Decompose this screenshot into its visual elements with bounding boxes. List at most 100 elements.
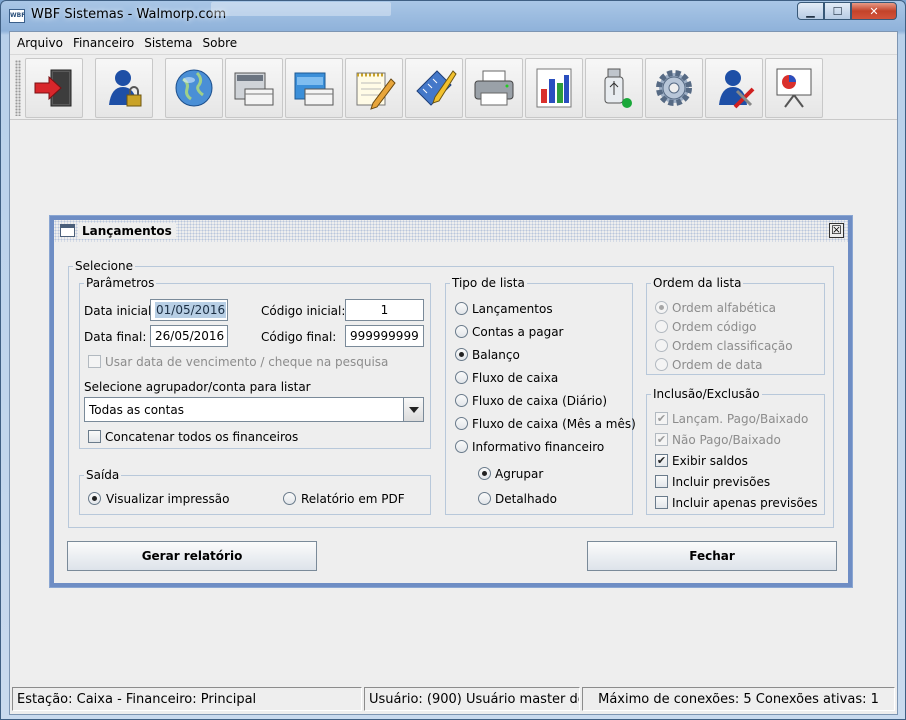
usar-vencimento-label: Usar data de vencimento / cheque na pesq… <box>105 355 389 369</box>
concatenar-label: Concatenar todos os financeiros <box>105 430 299 444</box>
bar-chart-icon <box>536 68 572 108</box>
combo-arrow-icon[interactable] <box>403 398 423 421</box>
tipo-contas-pagar-radio[interactable] <box>455 325 468 338</box>
toolbar-presentation-button[interactable] <box>765 58 823 118</box>
agrupar-radio[interactable] <box>478 467 491 480</box>
tipo-balanco-radio[interactable] <box>455 348 468 361</box>
data-inicial-field[interactable]: 01/05/2016 <box>150 299 228 321</box>
tipo-lista-group: Tipo de lista Lançamentos Contas a pagar… <box>445 276 636 515</box>
usb-drive-icon <box>604 68 632 108</box>
maximize-button[interactable]: ☐ <box>824 2 851 20</box>
tipo-informativo-label: Informativo financeiro <box>472 440 605 454</box>
fechar-button[interactable]: Fechar <box>587 541 837 571</box>
codigo-inicial-field[interactable]: 1 <box>345 299 424 321</box>
tipo-fluxo-caixa-radio[interactable] <box>455 371 468 384</box>
detalhado-radio[interactable] <box>478 492 491 505</box>
ordem-alfabetica-radio[interactable] <box>655 301 668 314</box>
usar-vencimento-checkbox[interactable] <box>88 355 101 368</box>
toolbar-settings-button[interactable] <box>645 58 703 118</box>
presentation-board-icon <box>776 68 812 108</box>
concatenar-checkbox[interactable] <box>88 430 101 443</box>
dialog-title-bar[interactable]: Lançamentos ☒ <box>54 220 848 242</box>
agrupador-value: Todas as contas <box>89 403 184 417</box>
menu-arquivo[interactable]: Arquivo <box>12 32 68 54</box>
ordem-codigo-radio[interactable] <box>655 320 668 333</box>
scanner-windows-icon <box>234 72 274 106</box>
pdf-label: Relatório em PDF <box>301 492 405 506</box>
toolbar-notepad-button[interactable] <box>345 58 403 118</box>
toolbar-ruler-pencil-button[interactable] <box>405 58 463 118</box>
incluir-apenas-previsoes-checkbox[interactable] <box>655 496 668 509</box>
tipo-lancamentos-radio[interactable] <box>455 302 468 315</box>
tipo-balanco-label: Balanço <box>472 348 520 362</box>
menu-sistema[interactable]: Sistema <box>139 32 197 54</box>
data-final-field[interactable]: 26/05/2016 <box>150 325 228 347</box>
toolbar-folder-button[interactable] <box>285 58 343 118</box>
status-bar: Estação: Caixa - Financeiro: Principal U… <box>10 684 897 714</box>
user-tools-icon <box>719 70 755 109</box>
desktop-area: Lançamentos ☒ Selecione Parâmetros Data … <box>10 121 897 684</box>
printer-icon <box>474 70 514 106</box>
caption-buttons: ▁ ☐ ✕ <box>797 2 897 20</box>
tipo-fluxo-diario-label: Fluxo de caixa (Diário) <box>472 394 607 408</box>
nao-pago-checkbox[interactable]: ✔ <box>655 433 668 446</box>
parametros-group: Parâmetros Data inicial: 01/05/2016 Códi… <box>79 276 431 449</box>
globe-icon <box>175 69 213 107</box>
visualizar-label: Visualizar impressão <box>106 492 230 506</box>
codigo-final-field[interactable]: 999999999 <box>345 325 424 347</box>
dialog-window-icon <box>60 224 75 237</box>
tipo-fluxo-diario-radio[interactable] <box>455 394 468 407</box>
exit-door-icon <box>34 69 72 107</box>
lancam-pago-checkbox[interactable]: ✔ <box>655 412 668 425</box>
tipo-contas-pagar-label: Contas a pagar <box>472 325 564 339</box>
tipo-fluxo-mes-label: Fluxo de caixa (Mês a mês) <box>472 417 636 431</box>
tipo-informativo-radio[interactable] <box>455 440 468 453</box>
lancamentos-dialog: Lançamentos ☒ Selecione Parâmetros Data … <box>50 216 852 587</box>
title-ghost-background <box>211 2 391 16</box>
client-area: Arquivo Financeiro Sistema Sobre Lançame… <box>9 31 898 715</box>
tipo-fluxo-mes-radio[interactable] <box>455 417 468 430</box>
toolbar-printer-button[interactable] <box>465 58 523 118</box>
toolbar-usb-button[interactable] <box>585 58 643 118</box>
toolbar-exit-button[interactable] <box>25 58 83 118</box>
visualizar-radio[interactable] <box>88 492 101 505</box>
exibir-saldos-checkbox[interactable]: ✔ <box>655 454 668 467</box>
agrupador-combobox[interactable]: Todas as contas <box>84 397 424 422</box>
gerar-relatorio-button[interactable]: Gerar relatório <box>67 541 317 571</box>
toolbar-user-lock-button[interactable] <box>95 58 153 118</box>
tipo-lancamentos-label: Lançamentos <box>472 302 553 316</box>
menu-financeiro[interactable]: Financeiro <box>68 32 139 54</box>
pdf-radio[interactable] <box>283 492 296 505</box>
ordem-data-radio[interactable] <box>655 358 668 371</box>
app-icon[interactable]: WBF <box>9 9 25 23</box>
lancam-pago-label: Lançam. Pago/Baixado <box>672 412 809 426</box>
toolbar <box>10 54 897 120</box>
minimize-button[interactable]: ▁ <box>797 2 824 20</box>
saida-legend: Saída <box>84 468 122 482</box>
close-window-button[interactable]: ✕ <box>851 2 897 20</box>
agrupador-label: Selecione agrupador/conta para listar <box>84 380 311 394</box>
data-inicial-label: Data inicial: <box>84 304 156 318</box>
toolbar-scanner-button[interactable] <box>225 58 283 118</box>
nao-pago-label: Não Pago/Baixado <box>672 433 781 447</box>
menu-sobre[interactable]: Sobre <box>198 32 243 54</box>
detalhado-label: Detalhado <box>495 492 557 506</box>
toolbar-grip[interactable] <box>15 60 21 116</box>
agrupar-label: Agrupar <box>495 467 544 481</box>
tipo-lista-legend: Tipo de lista <box>450 276 527 290</box>
toolbar-chart-button[interactable] <box>525 58 583 118</box>
ruler-pencil-icon <box>416 70 457 106</box>
application-window: WBF WBF Sistemas - Walmorp.com ▁ ☐ ✕ Arq… <box>0 0 906 720</box>
status-usuario: Usuário: (900) Usuário master do <box>364 687 580 711</box>
toolbar-globe-button[interactable] <box>165 58 223 118</box>
ordem-lista-legend: Ordem da lista <box>651 276 744 290</box>
incluir-previsoes-label: Incluir previsões <box>672 475 771 489</box>
ordem-alfabetica-label: Ordem alfabética <box>672 301 776 315</box>
title-bar[interactable]: WBF WBF Sistemas - Walmorp.com ▁ ☐ ✕ <box>1 1 905 31</box>
dialog-close-button[interactable]: ☒ <box>829 223 844 238</box>
ordem-classificacao-label: Ordem classificação <box>672 339 793 353</box>
toolbar-user-tools-button[interactable] <box>705 58 763 118</box>
incluir-apenas-previsoes-label: Incluir apenas previsões <box>672 496 818 510</box>
incluir-previsoes-checkbox[interactable] <box>655 475 668 488</box>
ordem-classificacao-radio[interactable] <box>655 339 668 352</box>
